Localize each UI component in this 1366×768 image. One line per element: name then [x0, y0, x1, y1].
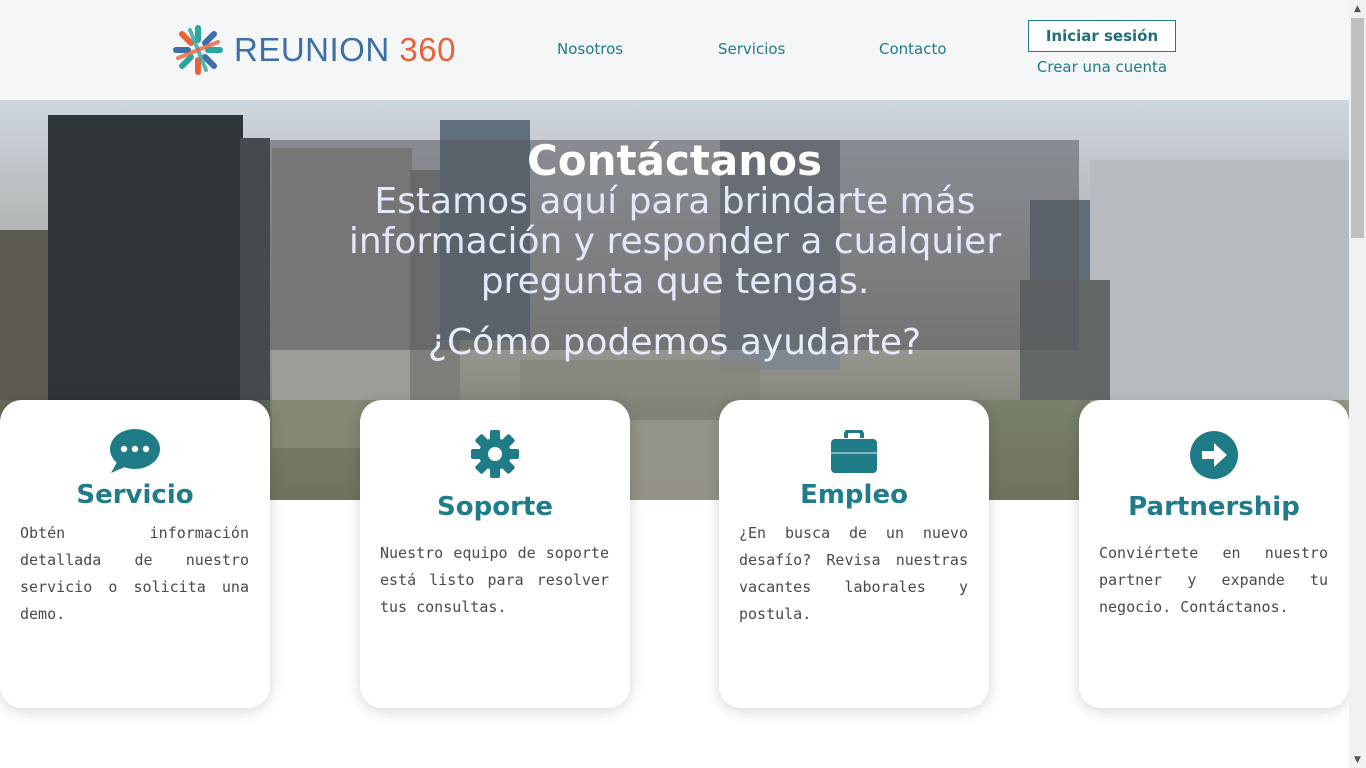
brand-name: REUNION 360 — [234, 31, 456, 69]
card-empleo[interactable]: Empleo ¿En busca de un nuevo desafío? Re… — [719, 400, 989, 708]
brand-name-part2: 360 — [399, 31, 456, 68]
card-description: Conviértete en nuestro partner y expande… — [1099, 544, 1328, 616]
login-button[interactable]: Iniciar sesión — [1028, 20, 1176, 52]
card-description: Obtén información detallada de nuestro s… — [20, 524, 249, 623]
nav-nosotros[interactable]: Nosotros — [557, 40, 623, 58]
briefcase-icon — [719, 430, 989, 474]
hero-question: ¿Cómo podemos ayudarte? — [427, 322, 922, 363]
brand-name-part1: REUNION — [234, 31, 390, 68]
card-description: Nuestro equipo de soporte está listo par… — [380, 544, 609, 616]
nav-servicios[interactable]: Servicios — [718, 40, 785, 58]
card-title: Partnership — [1128, 492, 1300, 522]
card-partnership[interactable]: Partnership Conviértete en nuestro partn… — [1079, 400, 1349, 708]
card-soporte[interactable]: Soporte Nuestro equipo de soporte está l… — [360, 400, 630, 708]
card-description: ¿En busca de un nuevo desafío? Revisa nu… — [739, 524, 968, 623]
card-servicio[interactable]: Servicio Obtén información detallada de … — [0, 400, 270, 708]
card-title: Soporte — [437, 492, 553, 522]
gear-icon — [360, 430, 630, 478]
scroll-up-icon[interactable]: ▲ — [1349, 0, 1366, 17]
page-title: Contáctanos — [526, 136, 823, 185]
scrollbar-thumb[interactable] — [1351, 18, 1364, 238]
hero-subtitle: Estamos aquí para brindarte más informac… — [348, 181, 1002, 302]
chat-bubble-icon — [0, 428, 270, 474]
nav-contacto[interactable]: Contacto — [879, 40, 947, 58]
card-title: Servicio — [76, 480, 194, 510]
site-header: REUNION 360 Nosotros Servicios Contacto … — [0, 0, 1349, 101]
signup-link[interactable]: Crear una cuenta — [1028, 58, 1176, 76]
scroll-down-icon[interactable]: ▼ — [1349, 751, 1366, 768]
logo[interactable]: REUNION 360 — [170, 22, 456, 78]
logo-mark-icon — [173, 25, 223, 75]
card-title: Empleo — [800, 480, 908, 510]
arrow-right-circle-icon — [1079, 430, 1349, 480]
